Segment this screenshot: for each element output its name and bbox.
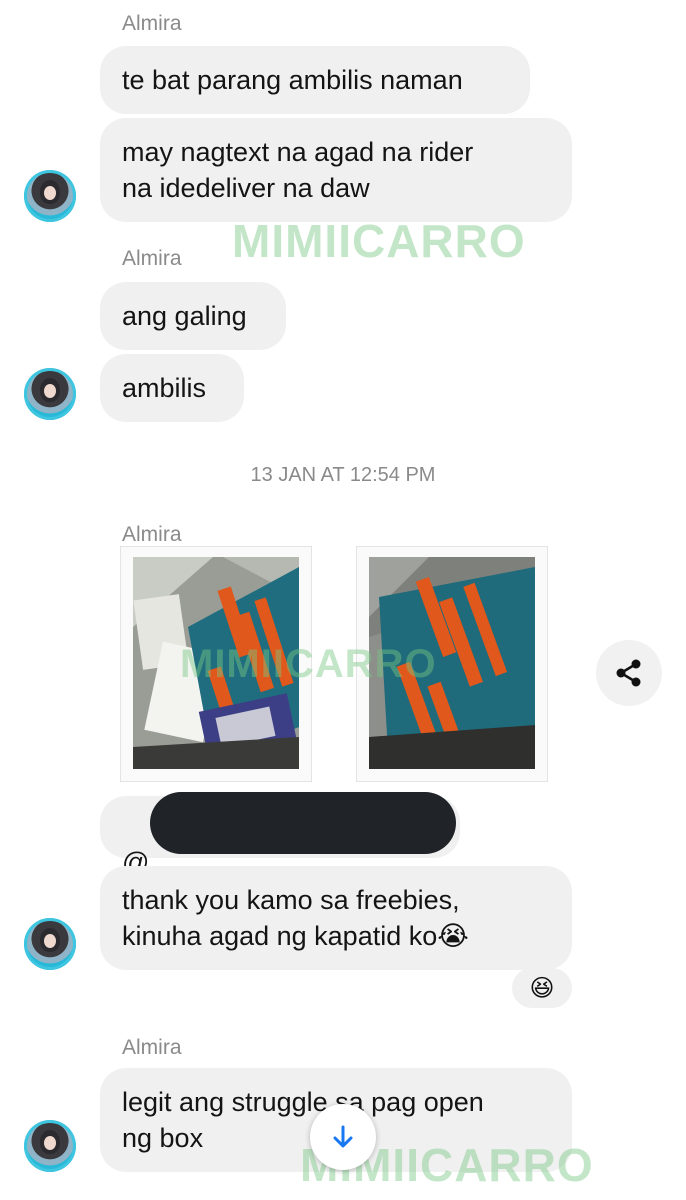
message-bubble[interactable]: te bat parang ambilis naman <box>100 46 530 114</box>
message-bubble[interactable]: ambilis <box>100 354 244 422</box>
share-button[interactable] <box>596 640 662 706</box>
avatar[interactable] <box>24 368 76 420</box>
sender-name: Almira <box>122 247 182 270</box>
avatar[interactable] <box>24 918 76 970</box>
message-bubble[interactable]: ang galing <box>100 282 286 350</box>
avatar[interactable] <box>24 170 76 222</box>
avatar[interactable] <box>24 1120 76 1172</box>
sender-name: Almira <box>122 1036 182 1059</box>
sender-name: Almira <box>122 12 182 35</box>
scroll-to-bottom-button[interactable] <box>310 1104 376 1170</box>
message-bubble[interactable]: may nagtext na agad na rider na idedeliv… <box>100 118 572 222</box>
redacted-mention <box>150 792 456 854</box>
message-timestamp: 13 JAN AT 12:54 PM <box>250 464 436 486</box>
arrow-down-icon <box>333 1125 353 1148</box>
share-icon <box>616 659 641 687</box>
sender-name: Almira <box>122 523 182 546</box>
watermark-text: MIMIICARRO <box>232 215 526 267</box>
message-reaction[interactable]: 😆 <box>512 968 572 1008</box>
message-bubble[interactable]: thank you kamo sa freebies, kinuha agad … <box>100 866 572 970</box>
watermark-text: MIMIICARRO <box>180 642 437 686</box>
